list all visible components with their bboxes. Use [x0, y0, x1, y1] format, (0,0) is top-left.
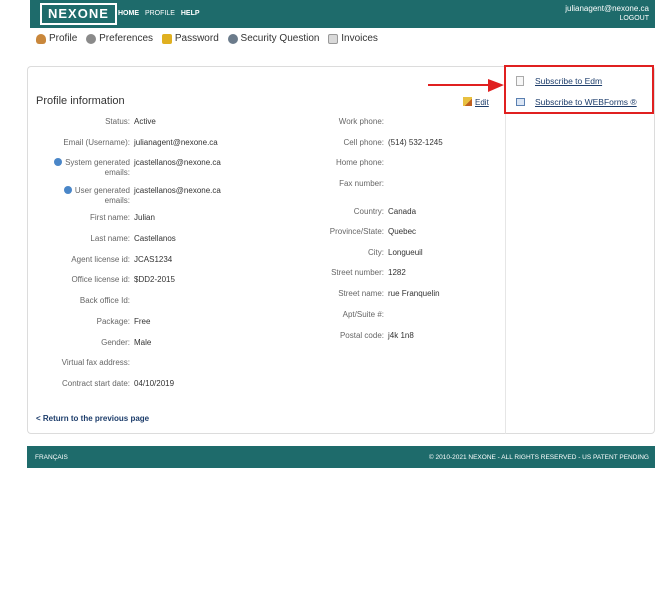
subnav-profile[interactable]: Profile [36, 33, 77, 44]
key-icon [161, 33, 172, 44]
return-link[interactable]: < Return to the previous page [36, 414, 149, 423]
user-email: julianagent@nexone.ca [565, 4, 649, 13]
invoice-icon [328, 33, 339, 44]
nexone-logo[interactable]: NEXONE [40, 3, 117, 25]
field-label: Fax number: [339, 179, 384, 188]
field-value: rue Franquelin [388, 289, 440, 298]
field-value: Free [134, 317, 151, 326]
top-bar: NEXONE HOME PROFILE HELP julianagent@nex… [30, 0, 655, 28]
field-label: Back office Id: [79, 296, 130, 305]
top-nav: HOME PROFILE HELP [118, 10, 204, 17]
subnav-invoices-label: Invoices [341, 33, 378, 44]
field-label: Agent license id: [71, 255, 130, 264]
field-label: Contract start date: [61, 379, 130, 388]
edit-label: Edit [475, 98, 489, 107]
field-label: Home phone: [335, 158, 384, 167]
logout-link[interactable]: LOGOUT [565, 14, 649, 24]
field-label: Street name: [338, 289, 384, 298]
user-box: julianagent@nexone.ca LOGOUT [565, 4, 649, 24]
help-icon[interactable] [54, 158, 63, 166]
field-label: First name: [89, 213, 130, 222]
help-icon[interactable] [63, 186, 72, 194]
subnav-password-label: Password [174, 33, 219, 44]
field-value: Quebec [388, 227, 417, 236]
subscribe-webforms-link[interactable]: Subscribe to WEBForms ® [516, 97, 637, 107]
subscribe-edm-link[interactable]: Subscribe to Edm [516, 76, 602, 86]
subnav-invoices[interactable]: Invoices [328, 33, 378, 44]
field-label: Last name: [90, 234, 130, 243]
gear-icon [86, 33, 97, 44]
field-label: System generated emails: [48, 158, 130, 178]
subscribe-webforms-label: Subscribe to WEBForms ® [535, 97, 637, 107]
subscribe-edm-label: Subscribe to Edm [535, 76, 603, 86]
field-value: JCAS1234 [134, 255, 173, 264]
field-label: Package: [96, 317, 130, 326]
field-value: 1282 [388, 268, 406, 277]
profile-subnav: Profile Preferences Password Security Qu… [36, 33, 384, 47]
field-value: Castellanos [134, 234, 176, 243]
field-value: Male [134, 338, 152, 347]
field-label: Street number: [331, 268, 384, 277]
field-label: Postal code: [339, 331, 384, 340]
field-label: Email (Username): [63, 138, 130, 147]
field-label: Country: [353, 207, 384, 216]
subnav-profile-label: Profile [49, 33, 78, 44]
subnav-security-question[interactable]: Security Question [227, 33, 320, 44]
field-label-text: System generated emails: [65, 158, 130, 177]
subnav-security-question-label: Security Question [240, 33, 320, 44]
field-value: Longueuil [388, 248, 423, 257]
field-value: (514) 532-1245 [388, 138, 443, 147]
field-value: Active [134, 117, 156, 126]
field-label: Gender: [101, 338, 130, 347]
subnav-preferences-label: Preferences [99, 33, 154, 44]
field-label: Cell phone: [343, 138, 384, 147]
nav-home[interactable]: HOME [118, 10, 139, 17]
field-label: Work phone: [338, 117, 384, 126]
field-value: j4k 1n8 [388, 331, 414, 340]
field-label: Status: [105, 117, 130, 126]
nav-profile[interactable]: PROFILE [145, 10, 175, 17]
field-label: User generated emails: [48, 186, 130, 206]
copyright-text: © 2010-2021 NEXONE - ALL RIGHTS RESERVED… [428, 454, 649, 461]
subnav-preferences[interactable]: Preferences [86, 33, 153, 44]
field-value: julianagent@nexone.ca [134, 138, 218, 147]
field-label: Province/State: [329, 227, 384, 236]
edit-link[interactable]: Edit [463, 97, 489, 107]
field-system-emails: System generated emails: jcastellanos@ne… [48, 158, 221, 180]
question-icon [227, 33, 238, 44]
nav-help[interactable]: HELP [181, 10, 200, 17]
field-value: jcastellanos@nexone.ca [134, 186, 221, 195]
field-value: Canada [388, 207, 417, 216]
field-value: $DD2-2015 [134, 275, 175, 284]
subnav-password[interactable]: Password [161, 33, 219, 44]
field-label: Apt/Suite #: [342, 310, 384, 319]
field-value: jcastellanos@nexone.ca [134, 158, 221, 167]
field-value: 04/10/2019 [134, 379, 175, 388]
field-label: Virtual fax address: [61, 358, 130, 367]
field-label: Office license id: [71, 275, 130, 284]
field-user-emails: User generated emails: jcastellanos@nexo… [48, 186, 221, 208]
field-label: City: [368, 248, 384, 257]
pencil-icon [463, 97, 472, 106]
document-icon [516, 76, 524, 86]
language-link[interactable]: FRANÇAIS [35, 454, 68, 461]
footer: FRANÇAIS © 2010-2021 NEXONE - ALL RIGHTS… [27, 446, 655, 468]
user-icon [36, 33, 46, 44]
side-panel [505, 66, 655, 434]
profile-title: Profile information [36, 95, 125, 107]
form-icon [516, 98, 525, 106]
red-arrow-icon [428, 79, 504, 92]
field-value: Julian [134, 213, 155, 222]
field-label-text: User generated emails: [74, 186, 130, 205]
